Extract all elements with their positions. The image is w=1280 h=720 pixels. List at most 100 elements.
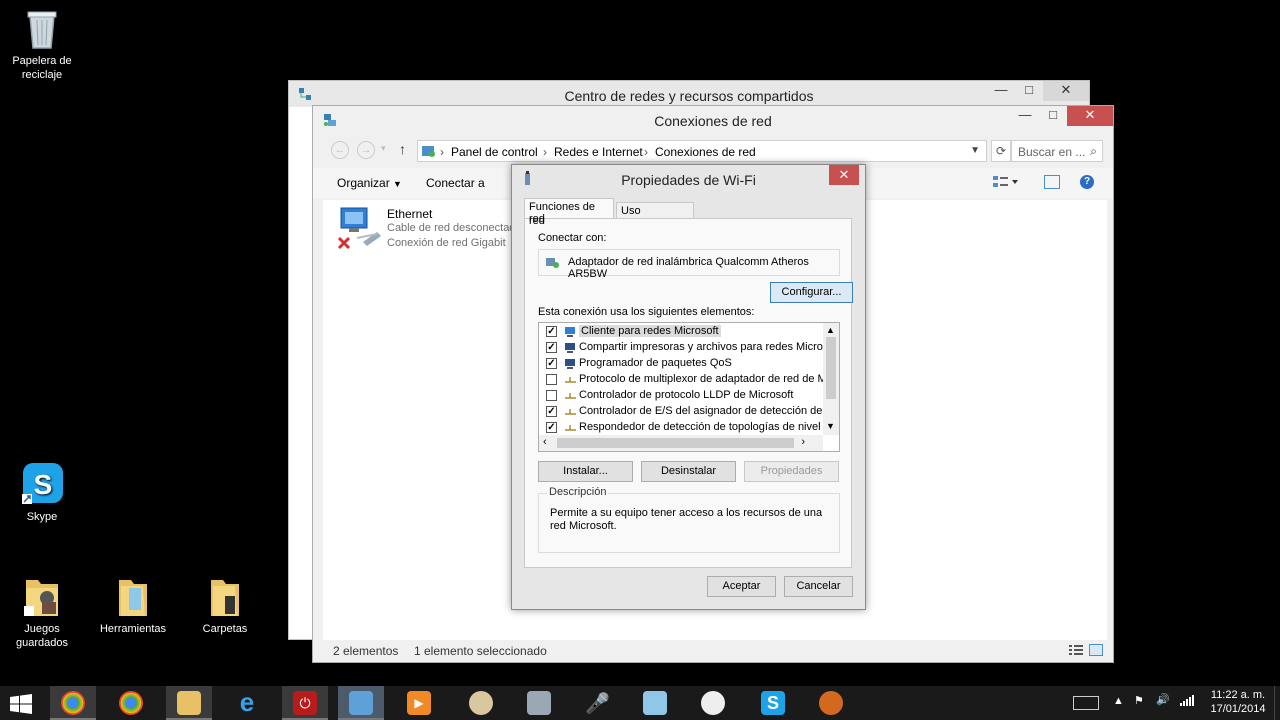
large-icons-view-icon[interactable] [1089, 644, 1103, 656]
tab-networking-active[interactable]: Funciones de red [524, 198, 614, 225]
checkbox-unchecked[interactable] [546, 374, 557, 385]
details-view-icon[interactable] [1069, 644, 1083, 656]
taskbar-media-player[interactable]: ▶ [396, 686, 442, 720]
taskbar-internet-explorer[interactable]: e [224, 686, 270, 720]
ethernet-name[interactable]: Ethernet [387, 207, 432, 221]
view-options-icon[interactable] [993, 175, 1018, 189]
show-desktop-button[interactable] [1274, 686, 1280, 720]
checkbox-checked[interactable]: ✓ [546, 406, 557, 417]
ethernet-status: Cable de red desconectado [387, 222, 513, 234]
desktop-icon-label: Skype [26, 511, 58, 523]
checkbox-checked[interactable]: ✓ [546, 326, 557, 337]
scroll-thumb[interactable] [826, 337, 836, 399]
networking-panel: Conectar con: Adaptador de red inalámbri… [524, 218, 853, 568]
taskbar-control-panel[interactable] [338, 686, 384, 720]
scroll-thumb[interactable] [557, 438, 794, 448]
taskbar-snipping[interactable] [690, 686, 736, 720]
chevron-down-icon[interactable]: ▼ [970, 145, 980, 156]
list-item[interactable]: ✓ Controlador de E/S del asignador de de… [539, 404, 824, 420]
scroll-left-icon[interactable]: ‹ [543, 436, 547, 448]
list-item[interactable]: ✓ Compartir impresoras y archivos para r… [539, 340, 824, 356]
connect-to-button[interactable]: Conectar a [426, 176, 485, 190]
maximize-button[interactable]: □ [1015, 81, 1043, 101]
title-bar[interactable]: Centro de redes y recursos compartidos —… [289, 81, 1089, 107]
taskbar-power-app[interactable]: ⏻ [282, 686, 328, 720]
maximize-button[interactable]: □ [1039, 106, 1067, 126]
taskbar-notes[interactable] [632, 686, 678, 720]
title-bar[interactable]: Conexiones de red — □ ✕ [313, 106, 1113, 134]
wifi-properties-dialog[interactable]: Propiedades de Wi-Fi ✕ Funciones de red … [511, 164, 866, 610]
up-arrow-icon[interactable]: ↑ [399, 141, 406, 157]
chrome-icon [119, 691, 143, 715]
keyboard-icon[interactable] [1073, 696, 1099, 710]
properties-button[interactable]: Propiedades [744, 461, 839, 482]
microphone-icon: 🎤 [585, 693, 610, 715]
checkbox-checked[interactable]: ✓ [546, 342, 557, 353]
configure-button[interactable]: Configurar... [770, 282, 853, 303]
minimize-button[interactable]: — [1011, 106, 1039, 126]
list-item[interactable]: Protocolo de multiplexor de adaptador de… [539, 372, 824, 388]
recycle-bin-icon [22, 6, 62, 50]
checkbox-unchecked[interactable] [546, 390, 557, 401]
show-hidden-icons[interactable]: ▲ [1113, 695, 1124, 707]
desktop-icon-recycle-bin[interactable]: Papelera de reciclaje [0, 6, 84, 82]
list-item[interactable]: ✓ Programador de paquetes QoS [539, 356, 824, 372]
forward-arrow-icon[interactable]: → [357, 141, 375, 159]
scroll-down-icon[interactable]: ▼ [826, 421, 835, 431]
help-icon[interactable]: ? [1080, 175, 1094, 189]
desktop-icon-saved-games[interactable]: Juegos guardados [0, 574, 84, 650]
folder-icon [113, 574, 153, 618]
taskbar-game[interactable] [808, 686, 854, 720]
dialog-title: Propiedades de Wi-Fi [621, 172, 756, 188]
back-arrow-icon[interactable]: ← [331, 141, 349, 159]
selection-count: 1 elemento seleccionado [414, 644, 547, 658]
ok-button[interactable]: Aceptar [707, 576, 776, 597]
protocol-icon [564, 374, 577, 386]
search-input[interactable]: Buscar en ... ⌕ [1011, 140, 1103, 162]
desktop-icon-tools[interactable]: Herramientas [91, 574, 175, 636]
clock[interactable]: 11:22 a. m. 17/01/2014 [1209, 689, 1267, 715]
scroll-right-icon[interactable]: › [801, 436, 805, 448]
taskbar-file-explorer[interactable] [166, 686, 212, 720]
speaker-icon[interactable]: 🔊 [1156, 693, 1170, 706]
close-button[interactable]: ✕ [829, 165, 859, 185]
install-button[interactable]: Instalar... [538, 461, 633, 482]
horizontal-scrollbar[interactable]: ‹ › [539, 435, 823, 451]
minimize-button[interactable]: — [987, 81, 1015, 101]
organize-button[interactable]: Organizar ▼ [337, 176, 402, 190]
paint-palette-icon [469, 691, 493, 715]
list-item[interactable]: ✓ Respondedor de detección de topologías… [539, 420, 824, 436]
elements-list[interactable]: ✓ Cliente para redes Microsoft ✓ Compart… [538, 322, 840, 452]
desktop-icon-skype[interactable]: S Skype [0, 462, 84, 524]
refresh-icon[interactable]: ⟳ [991, 140, 1011, 162]
adapter-field: Adaptador de red inalámbrica Qualcomm At… [538, 249, 840, 280]
address-box[interactable]: › Panel de control › Redes e Internet › … [417, 140, 987, 162]
scroll-up-icon[interactable]: ▲ [826, 325, 835, 335]
breadcrumb-network-internet[interactable]: Redes e Internet [554, 145, 643, 159]
breadcrumb-network-connections[interactable]: Conexiones de red [655, 145, 756, 159]
svg-text:S: S [34, 469, 53, 500]
list-item[interactable]: ✓ Cliente para redes Microsoft [539, 324, 824, 340]
breadcrumb-control-panel[interactable]: Panel de control [451, 145, 538, 159]
taskbar-chrome-1[interactable] [50, 686, 96, 720]
uninstall-button[interactable]: Desinstalar [641, 461, 736, 482]
flag-icon[interactable]: ⚑ [1134, 694, 1144, 707]
taskbar-paint[interactable] [458, 686, 504, 720]
close-button[interactable]: ✕ [1067, 106, 1113, 126]
taskbar-microphone[interactable]: 🎤 [574, 686, 620, 720]
recent-dropdown-icon[interactable]: ▾ [381, 143, 386, 154]
network-service-icon [564, 358, 577, 370]
cancel-button[interactable]: Cancelar [784, 576, 853, 597]
list-item[interactable]: Controlador de protocolo LLDP de Microso… [539, 388, 824, 404]
wifi-signal-icon[interactable] [1180, 694, 1194, 709]
desktop-icon-folders[interactable]: Carpetas [183, 574, 267, 636]
close-button[interactable]: ✕ [1043, 81, 1089, 101]
checkbox-checked[interactable]: ✓ [546, 358, 557, 369]
taskbar-calculator[interactable] [516, 686, 562, 720]
taskbar-chrome-2[interactable] [108, 686, 154, 720]
checkbox-checked[interactable]: ✓ [546, 422, 557, 433]
vertical-scrollbar[interactable]: ▲ ▼ [823, 323, 839, 435]
preview-pane-icon[interactable] [1044, 175, 1060, 189]
start-button[interactable] [10, 694, 32, 714]
taskbar-skype[interactable]: S [750, 686, 796, 720]
